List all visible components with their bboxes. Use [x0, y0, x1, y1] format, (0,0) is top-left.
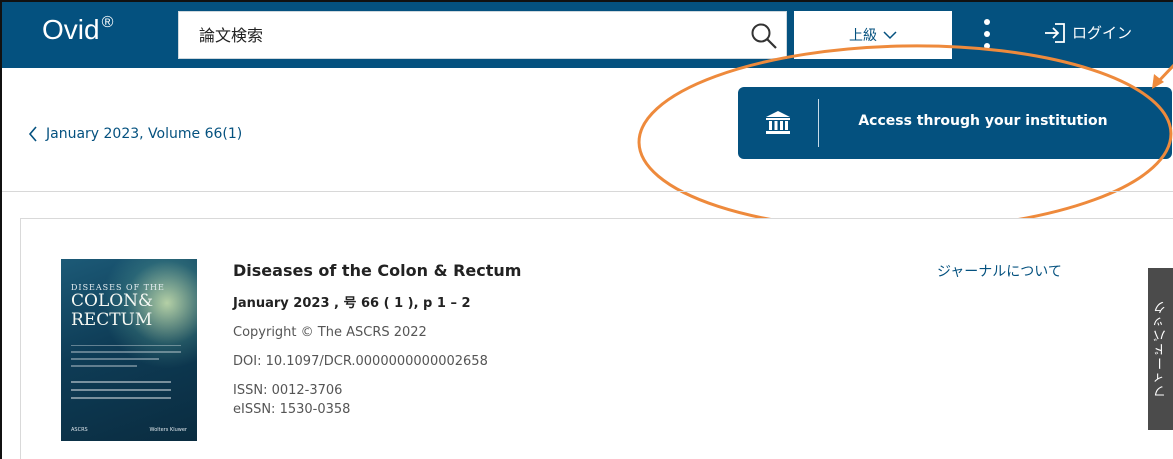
- journal-title: Diseases of the Colon & Rectum: [233, 261, 522, 280]
- issue-line: January 2023 , 号 66 ( 1 ), p 1 – 2: [233, 296, 471, 311]
- sign-in-icon: [1045, 22, 1065, 43]
- access-button-label: Access through your institution: [858, 113, 1108, 129]
- logo-text: Ovid: [42, 14, 100, 45]
- ovid-logo[interactable]: Ovid ®: [42, 14, 113, 46]
- doi-text: DOI: 10.1097/DCR.0000000000002658: [233, 354, 488, 369]
- cover-text-line3: RECTUM: [71, 310, 153, 330]
- top-navigation-bar: Ovid® 上級 ログイン: [2, 2, 1173, 68]
- article-card: DISEASES OF THE COLON& RECTUM ASCRS Wolt…: [20, 218, 1173, 459]
- cover-text-line2: COLON&: [71, 291, 154, 311]
- more-menu-icon[interactable]: [980, 16, 994, 52]
- login-link[interactable]: ログイン: [1044, 22, 1132, 43]
- search-icon[interactable]: [750, 22, 778, 50]
- advanced-search-dropdown[interactable]: 上級: [794, 11, 952, 59]
- chevron-left-icon: [28, 126, 37, 142]
- chevron-down-icon: [883, 31, 897, 40]
- cover-publisher-left: ASCRS: [71, 427, 88, 433]
- journal-cover-image[interactable]: DISEASES OF THE COLON& RECTUM ASCRS Wolt…: [61, 259, 197, 441]
- feedback-tab[interactable]: フィードバック: [1148, 268, 1173, 430]
- institution-icon: [766, 111, 790, 134]
- issue-breadcrumb-label: January 2023, Volume 66(1): [46, 126, 243, 142]
- eissn-text: eISSN: 1530-0358: [233, 402, 351, 417]
- advanced-search-label: 上級: [849, 28, 877, 44]
- button-divider: [818, 99, 819, 147]
- article-metadata: Diseases of the Colon & Rectum January 2…: [233, 261, 521, 417]
- about-journal-link[interactable]: ジャーナルについて: [937, 261, 1062, 281]
- registered-mark: ®: [101, 14, 114, 31]
- feedback-label: フィードバック: [1154, 300, 1169, 398]
- search-box: [178, 11, 787, 59]
- issn-text: ISSN: 0012-3706: [233, 383, 343, 398]
- cover-publisher-right: Wolters Kluwer: [149, 427, 187, 433]
- copyright-text: Copyright © The ASCRS 2022: [233, 325, 427, 340]
- access-through-institution-button[interactable]: Access through your institution: [738, 87, 1172, 159]
- login-label: ログイン: [1072, 24, 1133, 42]
- section-divider: [2, 191, 1173, 192]
- search-input[interactable]: [179, 12, 739, 58]
- back-to-issue-link[interactable]: January 2023, Volume 66(1): [28, 126, 242, 142]
